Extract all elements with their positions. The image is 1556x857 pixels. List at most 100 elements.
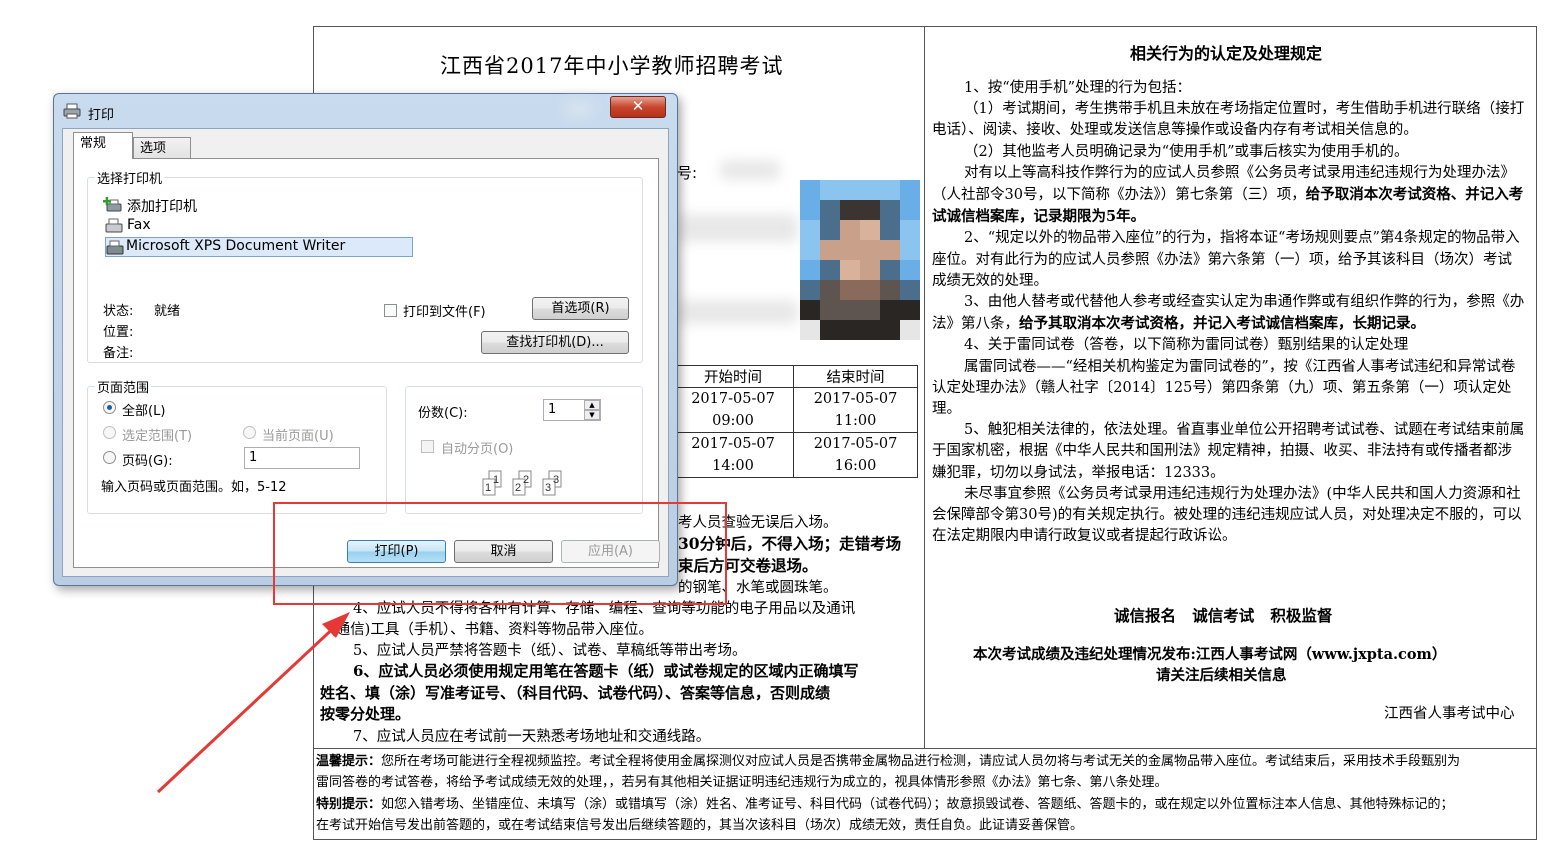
copies-label: 份数(C): xyxy=(418,406,468,421)
photo-pixel xyxy=(900,260,920,280)
photo-pixel xyxy=(800,220,820,240)
ticket-title: 江西省2017年中小学教师招聘考试 xyxy=(440,54,784,78)
photo-pixel xyxy=(900,280,920,300)
schedule-header-end: 结束时间 xyxy=(793,365,918,388)
photo-pixel xyxy=(860,240,880,260)
photo-pixel xyxy=(860,220,880,240)
candidate-photo xyxy=(800,180,920,340)
arrow-icon xyxy=(156,612,350,794)
photo-pixel xyxy=(800,180,820,200)
photo-pixel xyxy=(880,240,900,260)
collate-checkbox[interactable] xyxy=(421,440,434,453)
photo-pixel xyxy=(900,240,920,260)
rules-paragraph: 1、按“使用手机”处理的行为包括： xyxy=(964,80,1192,96)
column-divider xyxy=(924,26,925,748)
dialog-title: 打印 xyxy=(88,108,115,123)
schedule-cell: 2017-05-07 11:00 xyxy=(793,387,918,433)
collate-pages-icon: 11 22 33 xyxy=(477,469,573,503)
selection-radio[interactable] xyxy=(103,426,116,439)
photo-pixel xyxy=(800,200,820,220)
highlight-box xyxy=(273,502,727,605)
photo-pixel xyxy=(880,220,900,240)
rule-line: 姓名、填（涂）写准考证号、（科目代码、试卷代码）、答案等信息，否则成绩 xyxy=(320,684,831,702)
pages-label: 页码(G): xyxy=(122,454,173,469)
close-button[interactable]: ✕ xyxy=(610,96,666,118)
photo-pixel xyxy=(840,200,860,220)
photo-pixel xyxy=(900,200,920,220)
printer-name: Microsoft XPS Document Writer xyxy=(126,238,346,254)
photo-pixel xyxy=(840,220,860,240)
photo-pixel xyxy=(860,320,880,340)
rules-paragraph: 4、关于雷同试卷（答卷，以下简称为雷同试卷）甄别结果的认定处理 xyxy=(964,337,1409,354)
photo-pixel xyxy=(880,180,900,200)
print-to-file-checkbox[interactable] xyxy=(384,304,397,317)
photo-pixel xyxy=(840,320,860,340)
printer-item-xps[interactable]: Microsoft XPS Document Writer xyxy=(105,237,413,257)
all-pages-label: 全部(L) xyxy=(122,404,166,419)
photo-pixel xyxy=(860,200,880,220)
slogan: 诚信报名 诚信考试 积极监督 xyxy=(1114,606,1333,625)
footer-divider xyxy=(313,748,1537,749)
tab-options[interactable]: 选项 xyxy=(133,137,191,159)
photo-pixel xyxy=(880,300,900,320)
special-tip: 特别提示：如您入错考场、坐错座位、未填写（涂）或错填写（涂）姓名、准考证号、科目… xyxy=(316,797,1454,812)
comment-label: 备注: xyxy=(103,346,134,361)
photo-pixel xyxy=(840,280,860,300)
rules-paragraph: 属雷同试卷——“经相关机构鉴定为雷同试卷的”，按《江西省人事考试违纪和异常试卷认… xyxy=(932,358,1516,418)
special-tip-continued: 在考试开始信号发出前答题的，或在考试结束信号发出后继续答题的，其当次该科目（场次… xyxy=(316,818,1084,833)
current-page-radio[interactable] xyxy=(243,426,256,439)
blurred-id-number xyxy=(720,160,780,180)
find-printer-button[interactable]: 查找打印机(D)... xyxy=(481,331,629,354)
printer-name: Fax xyxy=(127,217,151,233)
photo-pixel xyxy=(820,180,840,200)
photo-pixel xyxy=(800,300,820,320)
copies-up-icon[interactable]: ▲ xyxy=(584,400,600,410)
photo-pixel xyxy=(880,280,900,300)
copies-down-icon[interactable]: ▼ xyxy=(584,410,600,420)
photo-pixel xyxy=(860,260,880,280)
svg-text:3: 3 xyxy=(545,482,551,494)
svg-text:3: 3 xyxy=(553,474,559,486)
tab-general[interactable]: 常规 xyxy=(73,132,133,159)
exam-schedule-table: 开始时间 结束时间 2017-05-07 09:00 2017-05-07 11:0… xyxy=(672,365,918,478)
photo-pixel xyxy=(840,240,860,260)
page-range-label: 页面范围 xyxy=(95,377,152,396)
preferences-button[interactable]: 首选项(R) xyxy=(532,297,629,320)
printer-name: 添加打印机 xyxy=(127,199,197,215)
svg-text:1: 1 xyxy=(493,474,499,486)
svg-text:1: 1 xyxy=(485,482,491,494)
photo-pixel xyxy=(900,180,920,200)
photo-pixel xyxy=(820,320,840,340)
pages-input[interactable]: 1 xyxy=(244,447,360,469)
status-value: 就绪 xyxy=(154,304,181,319)
photo-pixel xyxy=(880,260,900,280)
photo-pixel xyxy=(820,220,840,240)
photo-pixel xyxy=(820,200,840,220)
printer-item-add[interactable]: 添加打印机 xyxy=(103,195,503,215)
pages-radio[interactable] xyxy=(103,451,116,464)
schedule-header-start: 开始时间 xyxy=(672,365,794,388)
photo-pixel xyxy=(860,180,880,200)
photo-pixel xyxy=(820,260,840,280)
photo-pixel xyxy=(840,260,860,280)
svg-text:2: 2 xyxy=(523,474,529,486)
location-label: 位置: xyxy=(103,325,134,340)
publish-follow-up: 请关注后续相关信息 xyxy=(1156,667,1287,684)
issuer: 江西省人事考试中心 xyxy=(1384,706,1515,722)
rules-paragraph: 5、触犯相关法律的，依法处理。省直事业单位公开招聘考试试卷、试题在考试结束前属于… xyxy=(932,422,1525,481)
warm-tip: 温馨提示：您所在考场可能进行全程视频监控。考试全程将使用金属探测仪对应试人员是否… xyxy=(316,754,1461,769)
select-printer-label: 选择打印机 xyxy=(95,168,165,187)
fax-printer-icon xyxy=(105,218,123,238)
publish-info: 本次考试成绩及违纪处理情况发布:江西人事考试网（www.jxpta.com） xyxy=(973,646,1447,663)
photo-pixel xyxy=(820,300,840,320)
collate-label: 自动分页(O) xyxy=(441,442,514,457)
printer-icon xyxy=(106,240,124,260)
rule-line: (通信)工具（手机）、书籍、资料等物品带入座位。 xyxy=(330,622,654,638)
print-to-file-label: 打印到文件(F) xyxy=(403,305,486,320)
warm-tip-continued: 雷同答卷的考试答卷，将给予考试成绩无效的处理，，若另有其他相关证据证明违纪违规行… xyxy=(316,775,1168,790)
all-pages-radio[interactable] xyxy=(103,401,116,414)
svg-text:2: 2 xyxy=(515,482,521,494)
rules-body: 1、按“使用手机”处理的行为包括： （1）考试期间，考生携带手机且未放在考场指定… xyxy=(932,78,1526,547)
printer-item-fax[interactable]: Fax xyxy=(103,216,503,236)
add-printer-icon xyxy=(103,197,123,217)
